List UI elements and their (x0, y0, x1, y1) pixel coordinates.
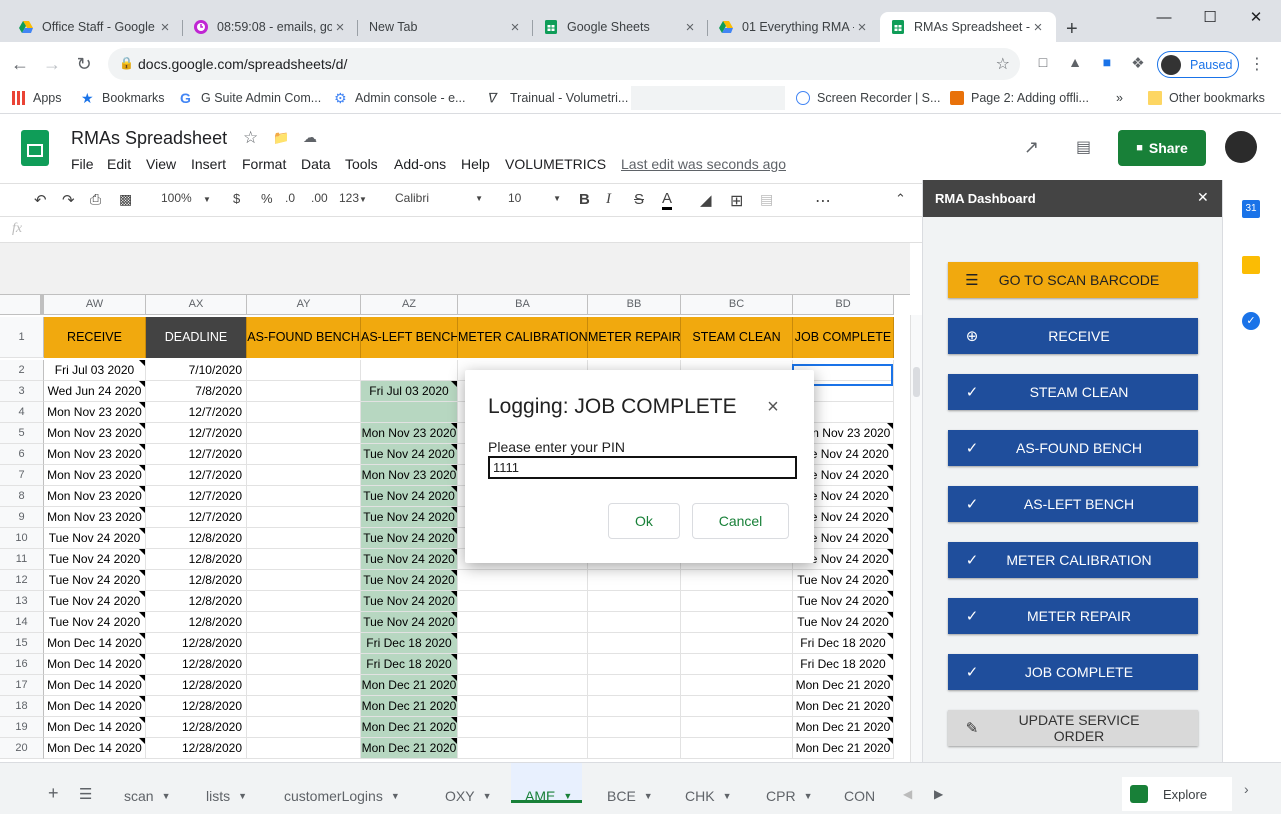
dialog-title: Logging: JOB COMPLETE (488, 395, 737, 418)
pin-dialog: Logging: JOB COMPLETE × Please enter you… (465, 370, 814, 563)
ok-button[interactable]: Ok (608, 503, 680, 539)
modal-overlay: Logging: JOB COMPLETE × Please enter you… (0, 0, 1281, 814)
screen: { "browser": { "tabs": [ {"title": "Offi… (0, 0, 1281, 814)
cancel-button[interactable]: Cancel (692, 503, 789, 539)
pin-input[interactable] (488, 456, 797, 479)
pin-prompt-label: Please enter your PIN (488, 439, 625, 455)
close-icon[interactable]: × (763, 396, 783, 419)
